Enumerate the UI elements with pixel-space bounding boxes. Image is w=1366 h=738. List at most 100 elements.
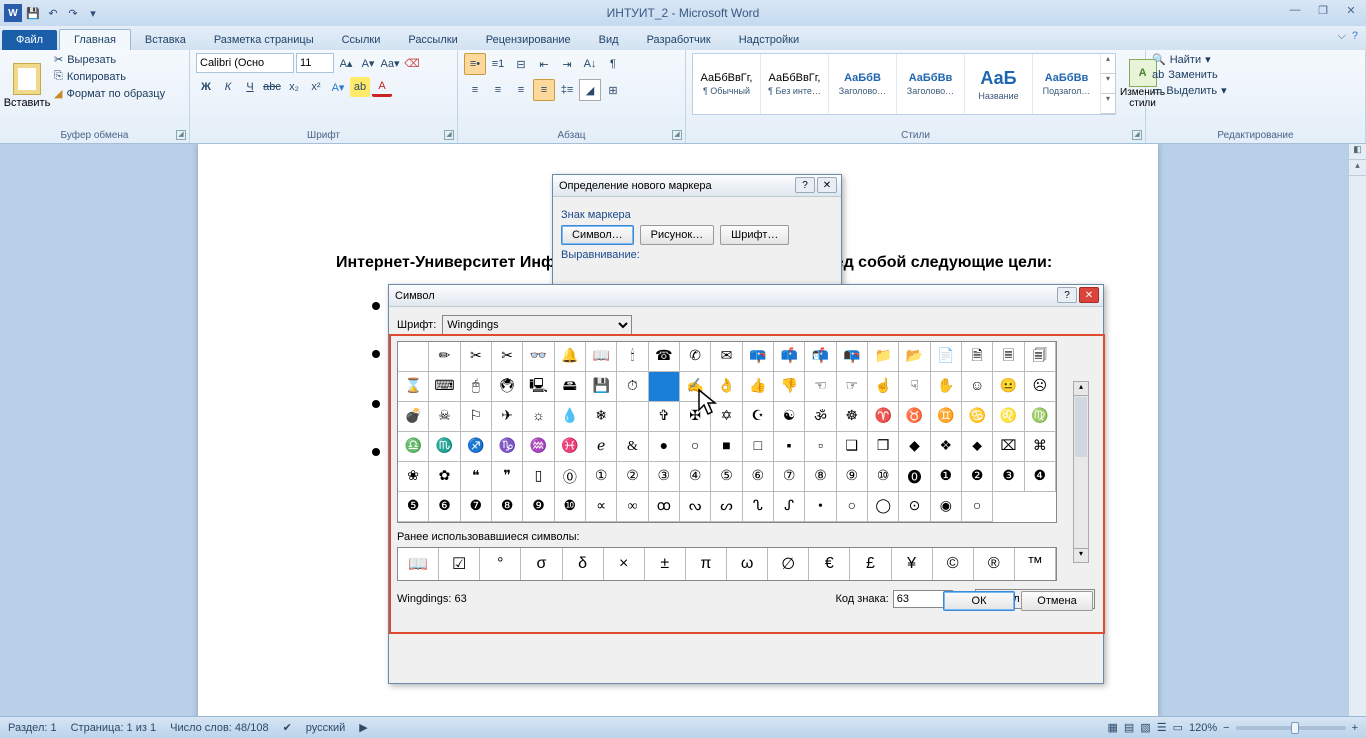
symbol-cell[interactable]: □ (743, 432, 774, 462)
symbol-cell[interactable]: ◉ (931, 492, 962, 522)
symbol-cell[interactable]: ✞ (649, 402, 680, 432)
symbol-cell[interactable]: ♉ (899, 402, 930, 432)
view-outline-icon[interactable]: ☰ (1157, 721, 1167, 734)
symbol-cell[interactable]: ✏ (429, 342, 460, 372)
symbol-cell[interactable]: ❽ (492, 492, 523, 522)
minimize-ribbon-icon[interactable]: ⌵ (1338, 30, 1346, 43)
bold-button[interactable]: Ж (196, 77, 216, 97)
symbol-cell[interactable]: ✂ (492, 342, 523, 372)
tab-insert[interactable]: Вставка (131, 30, 200, 50)
replace-button[interactable]: abЗаменить (1152, 69, 1359, 81)
symbol-cell[interactable]: ▪ (774, 432, 805, 462)
symbol-cell[interactable]: ⑧ (805, 462, 836, 492)
recent-symbol-cell[interactable]: ° (480, 548, 521, 580)
symbol-cell[interactable]: ⓪ (555, 462, 586, 492)
recent-symbol-cell[interactable]: © (933, 548, 974, 580)
symbol-font-combo[interactable]: Wingdings (442, 315, 632, 335)
symbol-cell[interactable]: ⌨ (429, 372, 460, 402)
dialog-close-icon[interactable]: ✕ (817, 177, 837, 193)
style-item[interactable]: АаБбВвГг,¶ Обычный (693, 54, 761, 114)
symbol-cell[interactable]: ❾ (523, 492, 554, 522)
symbol-cell[interactable]: 📬 (805, 342, 836, 372)
symbol-cell[interactable]: ᔕ (711, 492, 742, 522)
symbol-cell[interactable]: 🖴 (555, 372, 586, 402)
grow-font-icon[interactable]: A▴ (336, 53, 356, 73)
find-button[interactable]: 🔍Найти▾ (1152, 53, 1359, 66)
proofing-icon[interactable]: ✔ (283, 721, 292, 734)
symbol-cell[interactable]: 👌 (711, 372, 742, 402)
tab-review[interactable]: Рецензирование (472, 30, 585, 50)
symbol-cell[interactable]: 📁 (868, 342, 899, 372)
zoom-level[interactable]: 120% (1189, 722, 1217, 734)
symbol-cell[interactable]: ❻ (429, 492, 460, 522)
symbol-cell[interactable]: ☎ (649, 342, 680, 372)
restore-icon[interactable]: ❐ (1314, 3, 1332, 17)
tab-references[interactable]: Ссылки (328, 30, 395, 50)
symbol-cell[interactable]: ⑥ (743, 462, 774, 492)
cut-button[interactable]: ✂Вырезать (54, 53, 165, 66)
style-gallery-scroll[interactable]: ▴▾▾ (1101, 54, 1115, 114)
symbol-cell[interactable]: ■ (711, 432, 742, 462)
tab-addins[interactable]: Надстройки (725, 30, 813, 50)
symbol-cell[interactable]: ❼ (461, 492, 492, 522)
symbol-cell[interactable]: ⑤ (711, 462, 742, 492)
symbol-cell[interactable]: • (805, 492, 836, 522)
symbol-cell[interactable]: ④ (680, 462, 711, 492)
symbol-cell[interactable]: ② (617, 462, 648, 492)
symbol-cell[interactable]: ❸ (993, 462, 1024, 492)
sort-icon[interactable]: A↓ (579, 53, 601, 75)
symbol-cell[interactable]: ⌘ (1025, 432, 1056, 462)
symbol-cell[interactable]: ③ (649, 462, 680, 492)
symbol-cell[interactable]: ✉ (711, 342, 742, 372)
symbol-cell[interactable]: ⓿ (899, 462, 930, 492)
tab-mailings[interactable]: Рассылки (394, 30, 471, 50)
symbol-cell[interactable]: 😐 (993, 372, 1024, 402)
recent-symbol-cell[interactable]: ± (645, 548, 686, 580)
symbol-cell[interactable]: ⚐ (461, 402, 492, 432)
symbol-cell[interactable]: 📖 (586, 342, 617, 372)
paste-button[interactable]: Вставить (6, 53, 48, 119)
symbol-cell[interactable]: 🕯 (617, 342, 648, 372)
recent-symbol-cell[interactable]: ® (974, 548, 1015, 580)
scroll-down-icon[interactable]: ▾ (1074, 548, 1088, 562)
symbol-cell[interactable]: ♏ (429, 432, 460, 462)
symbol-cell[interactable]: ☪ (743, 402, 774, 432)
symbol-cell[interactable]: ∞ (617, 492, 648, 522)
recent-symbol-cell[interactable]: ω (727, 548, 768, 580)
dialog-titlebar[interactable]: Символ ? ✕ (389, 285, 1103, 307)
align-center-icon[interactable]: ≡ (487, 79, 509, 101)
recent-symbol-cell[interactable]: £ (850, 548, 891, 580)
symbol-cell[interactable]: ᔓ (680, 492, 711, 522)
symbol-cell[interactable]: ● (649, 432, 680, 462)
symbol-cell[interactable]: 🖰 (461, 372, 492, 402)
symbol-cell[interactable]: ꝏ (649, 492, 680, 522)
zoom-slider[interactable] (1236, 726, 1346, 730)
vertical-scrollbar[interactable]: ◧ ▴ (1348, 144, 1366, 716)
style-item[interactable]: АаБбВвЗаголово… (897, 54, 965, 114)
symbol-button[interactable]: Символ… (561, 225, 634, 245)
recent-symbol-cell[interactable]: ™ (1015, 548, 1056, 580)
symbol-cell[interactable]: ♊ (931, 402, 962, 432)
change-case-icon[interactable]: Aa▾ (380, 53, 400, 73)
minimize-icon[interactable]: ― (1286, 3, 1304, 17)
symbol-cell[interactable]: 🗐 (1025, 342, 1056, 372)
symbol-cell[interactable]: ❿ (555, 492, 586, 522)
cancel-button[interactable]: Отмена (1021, 591, 1093, 611)
symbol-cell[interactable]: ◆ (899, 432, 930, 462)
recent-symbol-cell[interactable]: ☑ (439, 548, 480, 580)
symbol-cell[interactable] (649, 372, 680, 402)
symbol-cell[interactable]: 📄 (931, 342, 962, 372)
recent-symbol-cell[interactable]: σ (521, 548, 562, 580)
tab-developer[interactable]: Разработчик (633, 30, 725, 50)
symbol-cell[interactable]: ◯ (868, 492, 899, 522)
indent-left-icon[interactable]: ⇤ (533, 53, 555, 75)
indent-right-icon[interactable]: ⇥ (556, 53, 578, 75)
view-web-icon[interactable]: ▧ (1140, 721, 1150, 734)
scroll-up-icon[interactable]: ▴ (1349, 160, 1366, 176)
symbol-cell[interactable]: ① (586, 462, 617, 492)
symbol-cell[interactable]: 👍 (743, 372, 774, 402)
multilevel-icon[interactable]: ⊟ (510, 53, 532, 75)
align-justify-icon[interactable]: ≡ (533, 79, 555, 101)
underline-button[interactable]: Ч (240, 77, 260, 97)
highlight-icon[interactable]: ab (350, 77, 370, 97)
